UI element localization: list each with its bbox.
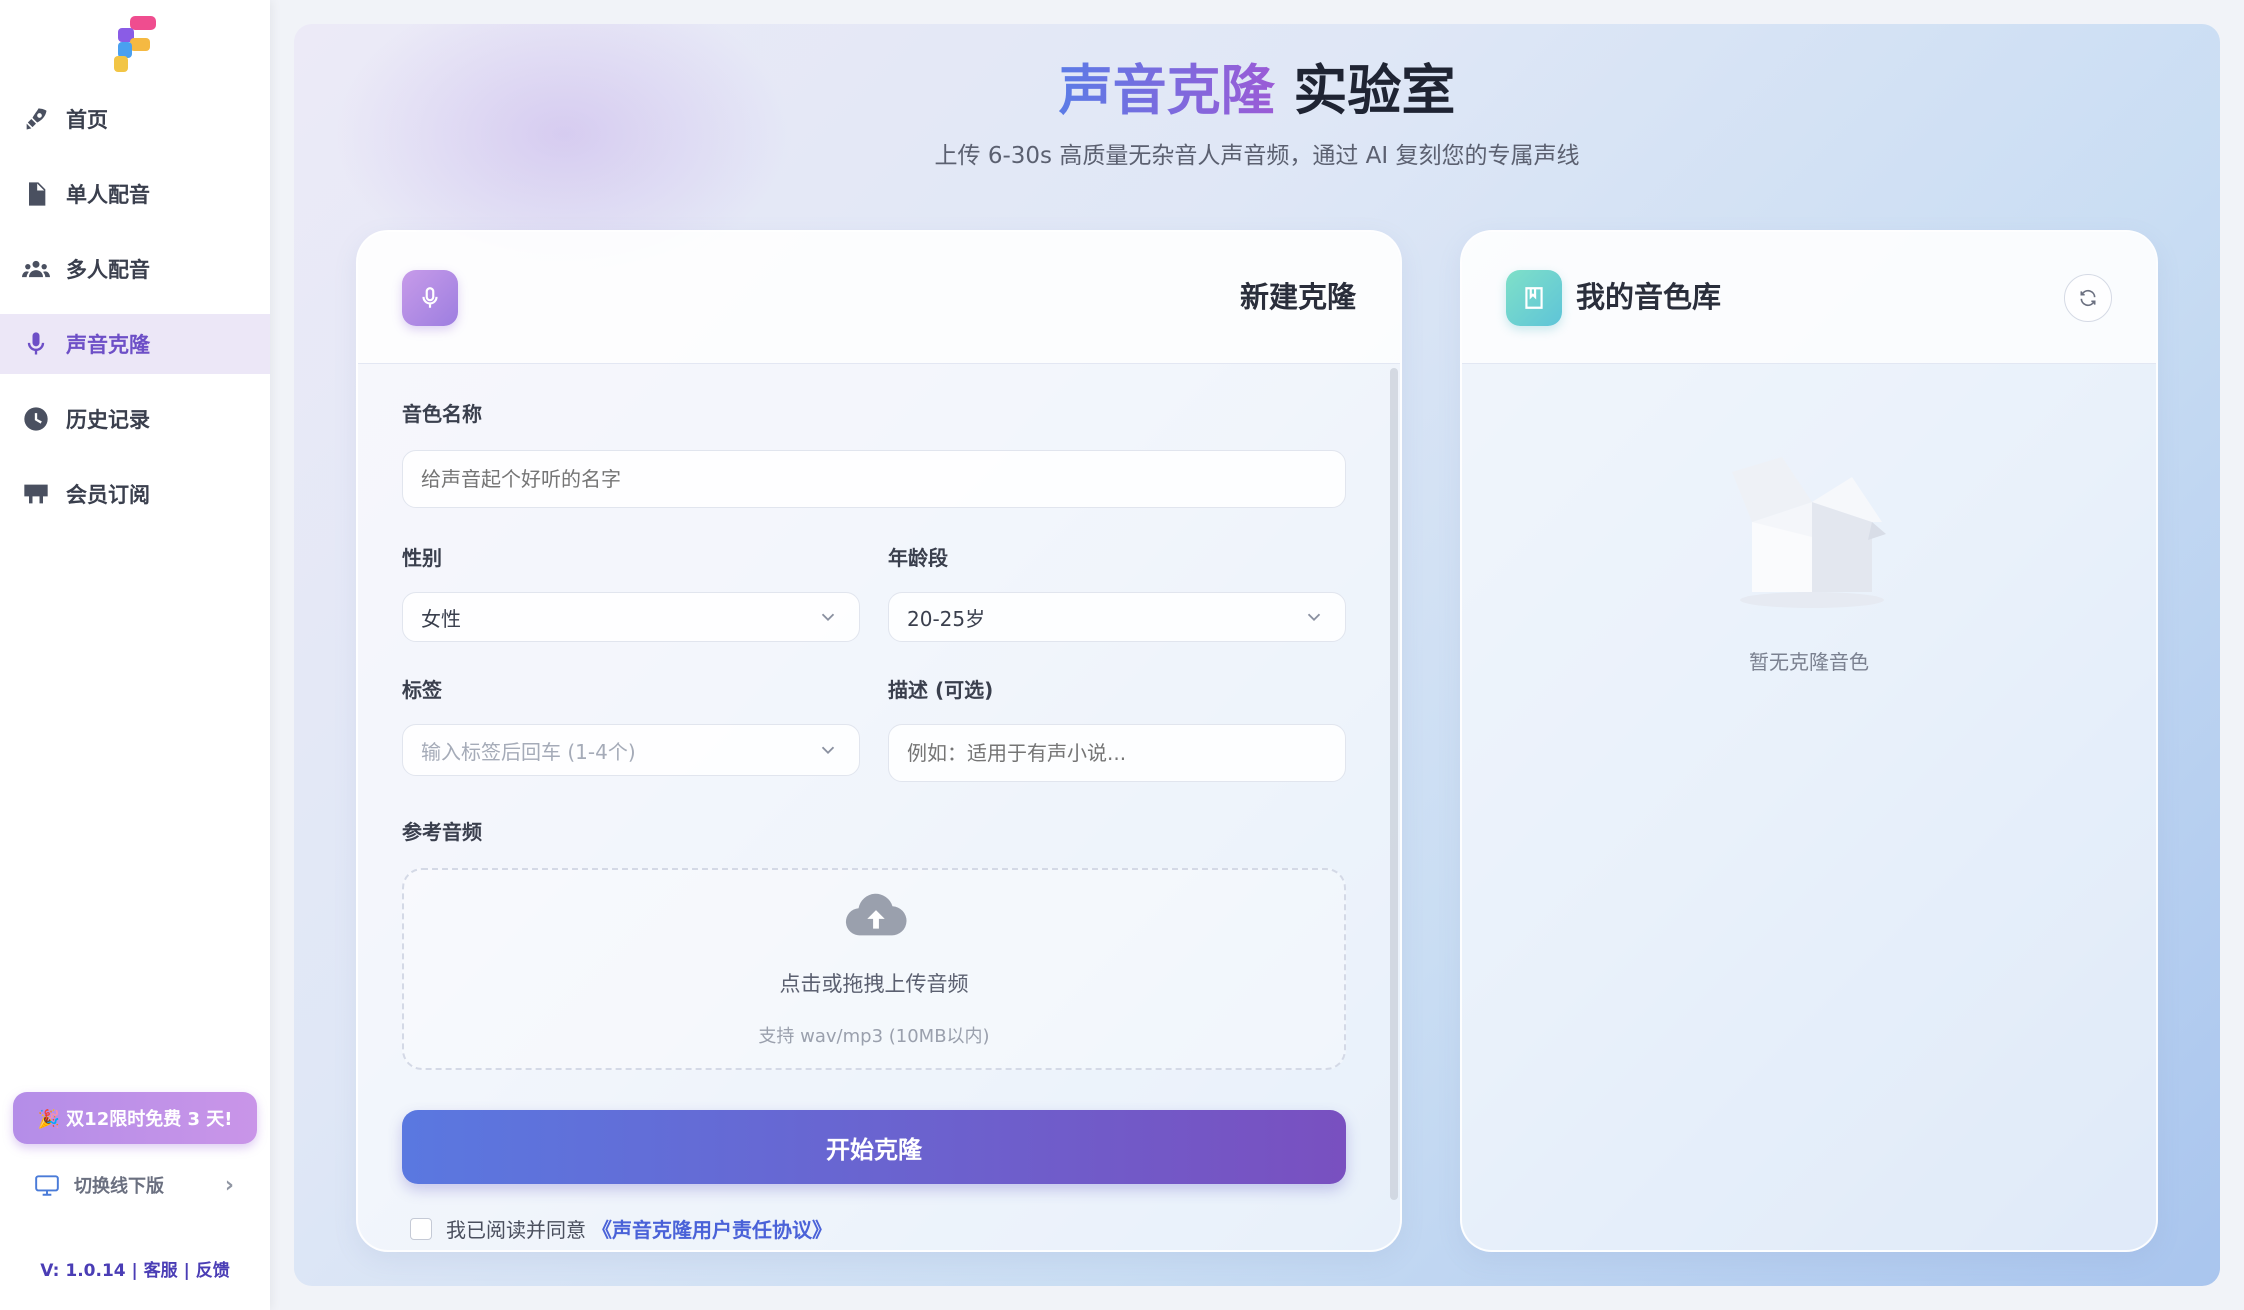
age-label: 年龄段 [888, 546, 948, 570]
chevron-down-icon [1307, 613, 1321, 622]
voice-name-input[interactable] [402, 450, 1346, 508]
nav-label: 多人配音 [66, 258, 150, 282]
refresh-icon [2080, 289, 2096, 307]
promo-button[interactable]: 🎉 双12限时免费 3 天! [13, 1092, 257, 1144]
audio-upload-dropzone[interactable]: 点击或拖拽上传音频 支持 wav/mp3 (10MB以内) [402, 868, 1346, 1070]
microphone-icon [27, 332, 45, 355]
card-title: 新建克隆 [1239, 280, 1356, 314]
card-header: 我的音色库 [1462, 232, 2156, 364]
gender-value: 女性 [421, 606, 461, 631]
rocket-icon [26, 108, 47, 130]
nav-label: 首页 [66, 108, 108, 132]
empty-box-illustration [1732, 457, 1886, 608]
nav-item-voice-clone[interactable]: 声音克隆 [0, 314, 270, 374]
chevron-down-icon [821, 613, 835, 622]
chevron-right-icon: › [224, 1172, 234, 1198]
new-clone-card: 新建克隆 音色名称 性别 女性 年龄段 20-25岁 标签 输入标签后回车 (1… [356, 230, 1402, 1252]
cloud-upload-icon [845, 893, 907, 936]
refresh-button[interactable] [2064, 274, 2112, 322]
group-icon [22, 260, 50, 278]
monitor-icon [35, 1175, 59, 1196]
scrollbar[interactable] [1390, 368, 1398, 1200]
card-icon [24, 484, 48, 504]
sidebar: 首页 单人配音 多人配音 声音克隆 历史记录 会员订阅 🎉 双12限时免费 3 … [0, 0, 270, 1310]
upload-hint: 支持 wav/mp3 (10MB以内) [758, 1026, 990, 1047]
clock-icon [24, 407, 48, 431]
voice-library-card: 我的音色库 暂无克隆音色 [1460, 230, 2158, 1252]
nav-label: 声音克隆 [66, 333, 150, 357]
page-subtitle: 上传 6-30s 高质量无杂音人声音频，通过 AI 复刻您的专属声线 [934, 143, 1580, 169]
name-label: 音色名称 [402, 402, 482, 426]
switch-offline-button[interactable]: 切换线下版 › [34, 1168, 234, 1202]
empty-state-text: 暂无克隆音色 [1749, 650, 1869, 674]
version-links[interactable]: V: 1.0.14 | 客服 | 反馈 [0, 1256, 270, 1281]
nav-label: 历史记录 [66, 408, 150, 432]
tags-label: 标签 [402, 678, 442, 702]
nav-item-membership[interactable]: 会员订阅 [0, 464, 270, 524]
agreement-link[interactable]: 《声音克隆用户责任协议》 [592, 1214, 832, 1243]
nav-item-home[interactable]: 首页 [0, 89, 270, 149]
description-label: 描述 (可选) [888, 678, 994, 702]
microphone-badge-icon [402, 270, 458, 326]
upload-text: 点击或拖拽上传音频 [779, 972, 969, 996]
chevron-down-icon [821, 746, 835, 755]
agreement-row: 我已阅读并同意 《声音克隆用户责任协议》 [410, 1214, 832, 1243]
app-logo[interactable] [114, 16, 158, 72]
card-title: 我的音色库 [1576, 280, 1722, 314]
tags-input[interactable]: 输入标签后回车 (1-4个) [402, 724, 860, 776]
start-clone-button[interactable]: 开始克隆 [402, 1110, 1346, 1184]
tags-placeholder: 输入标签后回车 (1-4个) [421, 739, 636, 764]
nav-item-single-dubbing[interactable]: 单人配音 [0, 164, 270, 224]
age-value: 20-25岁 [907, 606, 986, 631]
reference-audio-label: 参考音频 [402, 820, 482, 844]
nav-label: 单人配音 [66, 183, 150, 207]
book-icon [1506, 270, 1562, 326]
nav-item-multi-dubbing[interactable]: 多人配音 [0, 239, 270, 299]
switch-label: 切换线下版 [74, 1176, 164, 1197]
agreement-checkbox[interactable] [410, 1217, 432, 1240]
agreement-text: 我已阅读并同意 [446, 1218, 586, 1242]
nav-item-history[interactable]: 历史记录 [0, 389, 270, 449]
age-select[interactable]: 20-25岁 [888, 592, 1346, 642]
description-input[interactable] [888, 724, 1346, 782]
main-panel: 声音克隆 实验室 上传 6-30s 高质量无杂音人声音频，通过 AI 复刻您的专… [294, 24, 2220, 1286]
gender-label: 性别 [402, 546, 442, 570]
page-title: 声音克隆 实验室 [1058, 59, 1456, 122]
gender-select[interactable]: 女性 [402, 592, 860, 642]
document-icon [29, 182, 46, 206]
nav-label: 会员订阅 [66, 483, 150, 507]
card-header: 新建克隆 [358, 232, 1400, 364]
